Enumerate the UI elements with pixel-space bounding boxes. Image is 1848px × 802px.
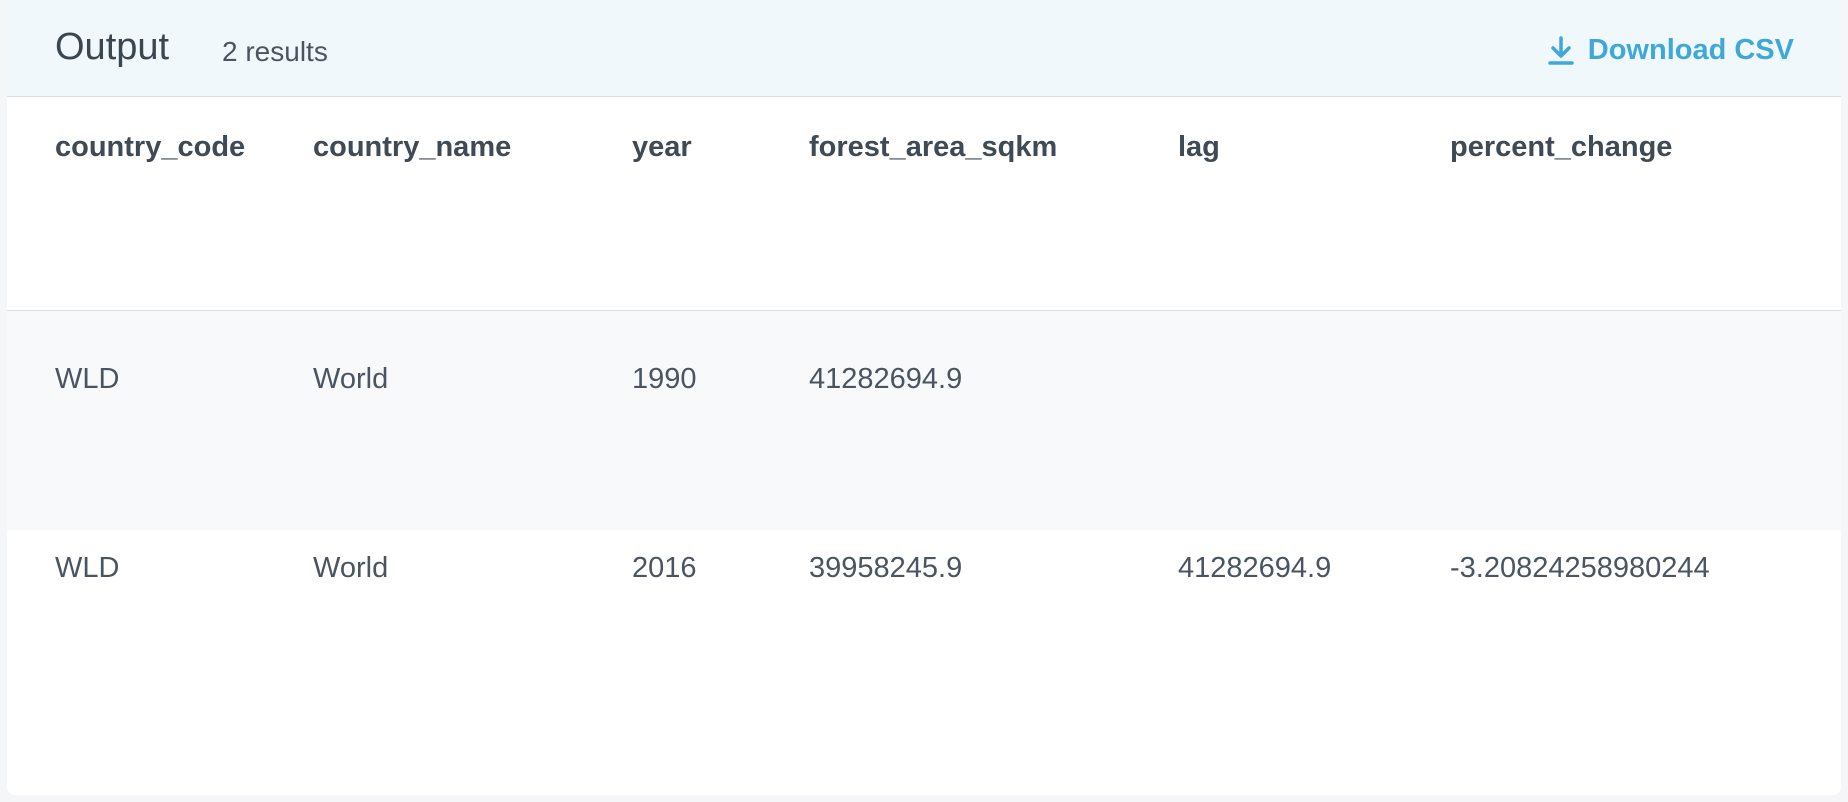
- cell-year: 1990: [632, 362, 697, 395]
- download-icon: [1548, 35, 1574, 66]
- cell-percent-change: -3.20824258980244: [1450, 552, 1710, 584]
- cell-country-name: World: [313, 362, 389, 395]
- output-panel: Output 2 results Download CSV country_co…: [7, 0, 1841, 795]
- cell-country-name: World: [313, 552, 389, 584]
- table-row: WLD World 2016 39958245.9 41282694.9 -3.…: [7, 530, 1841, 794]
- download-csv-button[interactable]: Download CSV: [1548, 34, 1794, 67]
- column-header-forest-area-sqkm: forest_area_sqkm: [809, 131, 1058, 163]
- result-count: 2 results: [222, 36, 328, 67]
- column-header-lag: lag: [1178, 131, 1220, 163]
- column-header-country-name: country_name: [313, 131, 512, 163]
- cell-forest-area-sqkm: 41282694.9: [809, 362, 963, 395]
- column-header-year: year: [632, 131, 692, 163]
- results-table: country_code country_name year forest_ar…: [7, 97, 1841, 794]
- download-csv-label: Download CSV: [1587, 34, 1794, 66]
- column-header-percent-change: percent_change: [1450, 131, 1673, 163]
- cell-country-code: WLD: [55, 552, 120, 584]
- cell-lag: [1178, 310, 1450, 530]
- cell-forest-area-sqkm: 39958245.9: [809, 552, 963, 584]
- column-header-country-code: country_code: [55, 131, 246, 163]
- output-header: Output 2 results Download CSV: [7, 0, 1841, 97]
- cell-percent-change: [1450, 310, 1841, 530]
- cell-country-code: WLD: [55, 362, 120, 395]
- table-row: WLD World 1990 41282694.9: [7, 310, 1841, 530]
- table-header-row: country_code country_name year forest_ar…: [7, 97, 1841, 310]
- cell-year: 2016: [632, 552, 697, 584]
- output-title: Output: [55, 26, 170, 68]
- cell-lag: 41282694.9: [1178, 552, 1332, 584]
